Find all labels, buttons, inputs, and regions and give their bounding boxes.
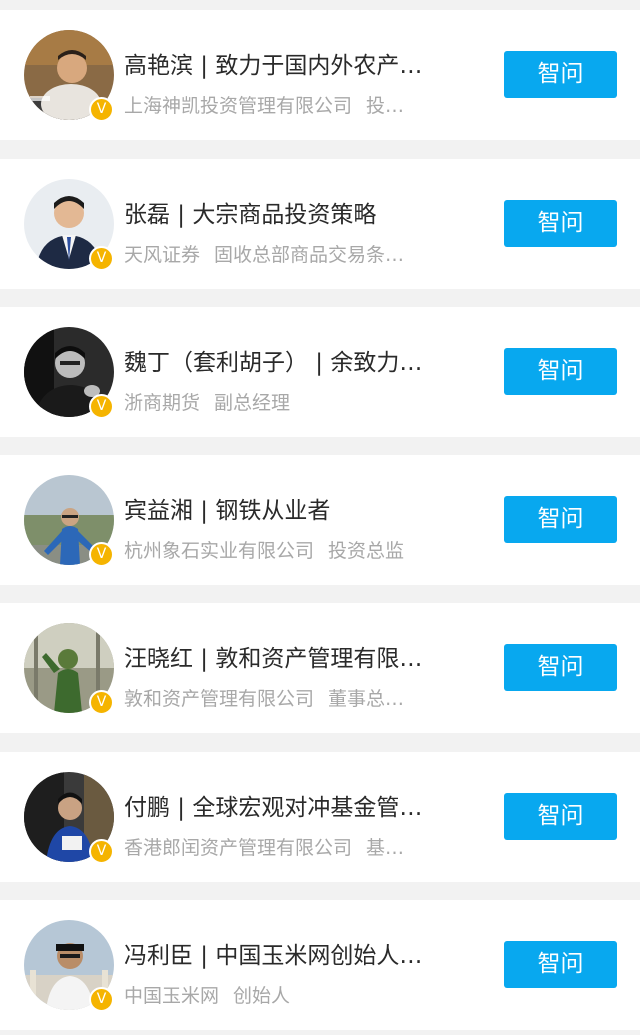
expert-card[interactable]: V 魏丁（套利胡子） | 余致力… 浙商期货 副总经理 智问 xyxy=(0,307,640,437)
expert-position: 副总经理 xyxy=(214,392,291,414)
expert-position: 董事总… xyxy=(328,688,405,710)
expert-organization: 敦和资产管理有限公司 xyxy=(124,688,315,710)
expert-organization: 杭州象石实业有限公司 xyxy=(124,540,315,562)
expert-title: 高艳滨 | 致力于国内外农产… xyxy=(124,53,423,79)
expert-title: 付鹏 | 全球宏观对冲基金管… xyxy=(124,795,423,821)
expert-organization: 香港郎闰资产管理有限公司 xyxy=(124,837,353,859)
expert-subtitle: 浙商期货 副总经理 xyxy=(124,389,444,417)
expert-title: 张磊 | 大宗商品投资策略 xyxy=(124,202,377,228)
expert-organization: 浙商期货 xyxy=(124,392,201,414)
expert-card[interactable]: V 高艳滨 | 致力于国内外农产… 上海神凯投资管理有限公司 投… 智问 xyxy=(0,10,640,140)
expert-subtitle: 敦和资产管理有限公司 董事总… xyxy=(124,685,444,713)
expert-subtitle: 上海神凯投资管理有限公司 投… xyxy=(124,92,444,120)
ask-button[interactable]: 智问 xyxy=(504,51,617,98)
expert-organization: 中国玉米网 xyxy=(124,985,220,1007)
expert-position: 创始人 xyxy=(233,985,291,1007)
ask-button[interactable]: 智问 xyxy=(504,200,617,247)
verified-badge-icon: V xyxy=(89,542,114,567)
expert-subtitle: 杭州象石实业有限公司 投资总监 xyxy=(124,537,444,565)
ask-button[interactable]: 智问 xyxy=(504,348,617,395)
expert-card[interactable]: V 张磊 | 大宗商品投资策略 天风证券 固收总部商品交易条… 智问 xyxy=(0,159,640,289)
verified-badge-icon: V xyxy=(89,839,114,864)
expert-organization: 天风证券 xyxy=(124,244,201,266)
expert-position: 投… xyxy=(366,95,405,117)
expert-subtitle: 天风证券 固收总部商品交易条… xyxy=(124,241,444,269)
ask-button[interactable]: 智问 xyxy=(504,793,617,840)
expert-card[interactable]: V 付鹏 | 全球宏观对冲基金管… 香港郎闰资产管理有限公司 基… 智问 xyxy=(0,752,640,882)
expert-title: 宾益湘 | 钢铁从业者 xyxy=(124,498,331,524)
verified-badge-icon: V xyxy=(89,97,114,122)
verified-badge-icon: V xyxy=(89,987,114,1012)
ask-button[interactable]: 智问 xyxy=(504,496,617,543)
ask-button[interactable]: 智问 xyxy=(504,644,617,691)
expert-title: 魏丁（套利胡子） | 余致力… xyxy=(124,350,423,376)
expert-title: 冯利臣 | 中国玉米网创始人… xyxy=(124,943,423,969)
ask-button[interactable]: 智问 xyxy=(504,941,617,988)
expert-list: V 高艳滨 | 致力于国内外农产… 上海神凯投资管理有限公司 投… 智问 V 张磊… xyxy=(0,0,640,1035)
expert-card[interactable]: V 冯利臣 | 中国玉米网创始人… 中国玉米网 创始人 智问 xyxy=(0,900,640,1030)
expert-card[interactable]: V 宾益湘 | 钢铁从业者 杭州象石实业有限公司 投资总监 智问 xyxy=(0,455,640,585)
expert-position: 投资总监 xyxy=(328,540,405,562)
expert-subtitle: 中国玉米网 创始人 xyxy=(124,982,444,1010)
verified-badge-icon: V xyxy=(89,394,114,419)
expert-title: 汪晓红 | 敦和资产管理有限… xyxy=(124,646,423,672)
expert-position: 基… xyxy=(366,837,405,859)
expert-position: 固收总部商品交易条… xyxy=(214,244,405,266)
verified-badge-icon: V xyxy=(89,246,114,271)
expert-card[interactable]: V 汪晓红 | 敦和资产管理有限… 敦和资产管理有限公司 董事总… 智问 xyxy=(0,603,640,733)
expert-organization: 上海神凯投资管理有限公司 xyxy=(124,95,353,117)
expert-subtitle: 香港郎闰资产管理有限公司 基… xyxy=(124,834,444,862)
verified-badge-icon: V xyxy=(89,690,114,715)
